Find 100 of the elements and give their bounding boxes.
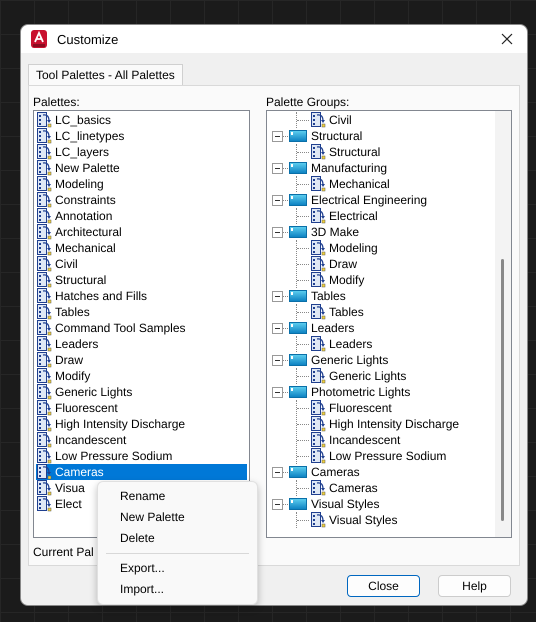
list-item[interactable]: Visua: [55, 480, 85, 496]
collapse-toggle-icon[interactable]: [272, 466, 283, 478]
menu-item[interactable]: Rename: [98, 486, 257, 507]
palette-icon: [36, 416, 53, 432]
list-item[interactable]: Structural: [55, 272, 106, 288]
collapse-toggle-icon[interactable]: [272, 194, 283, 206]
tree-item[interactable]: Fluorescent: [329, 400, 392, 416]
tree-item[interactable]: Manufacturing: [311, 160, 388, 176]
palette-icon: [36, 432, 53, 448]
palette-icon: [36, 208, 53, 224]
palette-icon: [36, 144, 53, 160]
menu-item[interactable]: Delete: [98, 528, 257, 549]
palette-icon: [36, 352, 53, 368]
collapse-toggle-icon[interactable]: [272, 322, 283, 334]
palette-icon: [36, 112, 53, 128]
palette-icon: [310, 112, 327, 128]
tree-item[interactable]: Leaders: [329, 336, 372, 352]
tree-item[interactable]: Civil: [329, 112, 352, 128]
tree-item[interactable]: Structural: [329, 144, 380, 160]
list-item[interactable]: New Palette: [55, 160, 120, 176]
list-item[interactable]: High Intensity Discharge: [55, 416, 186, 432]
tree-item[interactable]: Modify: [329, 272, 364, 288]
tree-item[interactable]: Electrical Engineering: [311, 192, 428, 208]
list-item[interactable]: Draw: [55, 352, 84, 368]
collapse-toggle-icon[interactable]: [272, 290, 283, 302]
list-item[interactable]: Modify: [55, 368, 90, 384]
tree-item[interactable]: Structural: [311, 128, 362, 144]
collapse-toggle-icon[interactable]: [272, 162, 283, 174]
tree-item[interactable]: Cameras: [329, 480, 378, 496]
tree-item[interactable]: Generic Lights: [311, 352, 388, 368]
tree-item[interactable]: Mechanical: [329, 176, 390, 192]
list-item[interactable]: Command Tool Samples: [55, 320, 186, 336]
collapse-toggle-icon[interactable]: [272, 386, 283, 398]
tree-item[interactable]: Generic Lights: [329, 368, 406, 384]
group-icon: [289, 226, 307, 238]
list-item[interactable]: Generic Lights: [55, 384, 132, 400]
palette-icon: [310, 432, 327, 448]
list-item[interactable]: Elect: [55, 496, 82, 512]
tree-item[interactable]: Visual Styles: [311, 496, 380, 512]
list-item[interactable]: Civil: [55, 256, 78, 272]
palette-icon: [310, 208, 327, 224]
palette-icon: [36, 272, 53, 288]
list-item[interactable]: Fluorescent: [55, 400, 118, 416]
list-item[interactable]: Constraints: [55, 192, 116, 208]
palette-icon: [36, 128, 53, 144]
tree-item[interactable]: Draw: [329, 256, 358, 272]
list-item[interactable]: Low Pressure Sodium: [55, 448, 172, 464]
list-item[interactable]: LC_basics: [55, 112, 112, 128]
list-item[interactable]: Modeling: [55, 176, 104, 192]
palette-icon: [310, 144, 327, 160]
tree-item[interactable]: Tables: [311, 288, 346, 304]
tree-item[interactable]: Cameras: [311, 464, 360, 480]
tree-item[interactable]: Electrical: [329, 208, 378, 224]
list-item[interactable]: Annotation: [55, 208, 112, 224]
list-item[interactable]: Incandescent: [55, 432, 126, 448]
tab[interactable]: Tool Palettes - All Palettes: [28, 64, 183, 85]
tree-item[interactable]: Photometric Lights: [311, 384, 410, 400]
collapse-toggle-icon[interactable]: [272, 130, 283, 142]
tree-item[interactable]: Leaders: [311, 320, 354, 336]
list-item[interactable]: Mechanical: [55, 240, 116, 256]
palette-icon: [36, 448, 53, 464]
group-icon: [289, 386, 307, 398]
tree-item[interactable]: Incandescent: [329, 432, 400, 448]
collapse-toggle-icon[interactable]: [272, 226, 283, 238]
palette-icon: [36, 320, 53, 336]
palette-icon: [36, 176, 53, 192]
group-icon: [289, 162, 307, 174]
palette-icon: [36, 464, 53, 480]
group-icon: [289, 322, 307, 334]
list-item[interactable]: Hatches and Fills: [55, 288, 148, 304]
palette-icon: [310, 480, 327, 496]
dialog-button[interactable]: Close: [347, 575, 420, 597]
tree-item[interactable]: Low Pressure Sodium: [329, 448, 446, 464]
dialog-button[interactable]: Help: [438, 575, 511, 597]
tree-item[interactable]: Visual Styles: [329, 512, 398, 528]
list-item[interactable]: LC_linetypes: [55, 128, 124, 144]
tree-item[interactable]: Modeling: [329, 240, 378, 256]
menu-item[interactable]: Export...: [98, 558, 257, 579]
palette-icon: [36, 496, 53, 512]
scrollbar[interactable]: [495, 111, 511, 537]
group-icon: [289, 466, 307, 478]
list-item[interactable]: Architectural: [55, 224, 122, 240]
group-icon: [289, 290, 307, 302]
palette-icon: [36, 400, 53, 416]
collapse-toggle-icon[interactable]: [272, 498, 283, 510]
list-item[interactable]: Tables: [55, 304, 90, 320]
tree-item[interactable]: High Intensity Discharge: [329, 416, 460, 432]
list-item[interactable]: Leaders: [55, 336, 98, 352]
menu-item[interactable]: New Palette: [98, 507, 257, 528]
collapse-toggle-icon[interactable]: [272, 354, 283, 366]
palette-icon: [310, 240, 327, 256]
palette-icon: [310, 176, 327, 192]
palette-icon: [36, 240, 53, 256]
window-title: Customize: [57, 32, 120, 46]
close-icon[interactable]: [501, 33, 513, 45]
tree-item[interactable]: 3D Make: [311, 224, 360, 240]
tree-item[interactable]: Tables: [329, 304, 364, 320]
menu-item[interactable]: Import...: [98, 579, 257, 600]
palette-icon: [36, 384, 53, 400]
list-item[interactable]: LC_layers: [55, 144, 110, 160]
